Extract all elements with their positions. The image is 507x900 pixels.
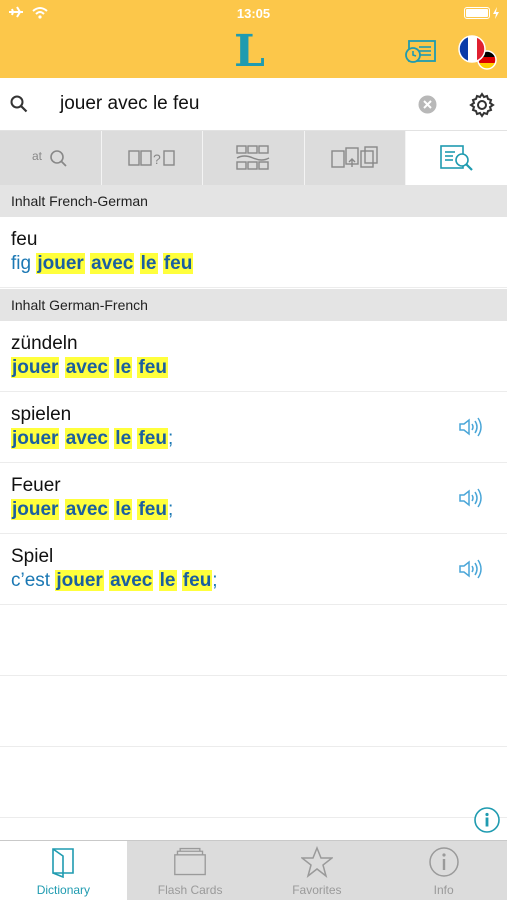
highlighted-term: jouer (36, 253, 85, 274)
entry-headword: Spiel (11, 546, 54, 567)
mode-tab-fulltext-search[interactable] (406, 131, 507, 185)
language-switch-button[interactable] (458, 35, 498, 71)
mode-tab-card-swap[interactable] (305, 131, 407, 185)
battery-indicator (464, 7, 499, 19)
search-bar: jouer avec le feu (0, 78, 507, 131)
speaker-icon[interactable] (458, 558, 484, 580)
french-german-flag-icon (458, 35, 497, 70)
battery-icon (464, 7, 490, 19)
highlighted-term: avec (109, 570, 154, 591)
settings-gear-icon[interactable] (469, 92, 495, 118)
translation-prefix: c’est (11, 570, 51, 591)
highlighted-term: le (139, 253, 158, 274)
empty-row (0, 676, 507, 747)
highlighted-term: le (114, 357, 133, 378)
tab-label: Favorites (292, 883, 342, 897)
entry-headword: Feuer (11, 475, 61, 496)
highlighted-term: jouer (11, 357, 60, 378)
highlighted-term: le (114, 428, 133, 449)
search-icon (10, 95, 28, 113)
book-icon (46, 845, 80, 879)
grid-puzzle-icon (236, 145, 270, 170)
charging-bolt-icon (493, 7, 499, 19)
mode-tab-alphabetical[interactable]: at (0, 131, 102, 185)
entry-translation: jouer avec le feu (11, 357, 168, 379)
result-entry[interactable]: feu fig jouer avec le feu (0, 217, 507, 288)
tab-favorites[interactable]: Favorites (254, 841, 381, 900)
status-bar: 13:05 (0, 0, 507, 26)
translation-suffix: ; (167, 428, 174, 449)
entry-translation: c’est jouer avec le feu; (11, 570, 218, 592)
result-entry[interactable]: spielen jouer avec le feu; (0, 392, 507, 463)
tab-label: Info (433, 883, 454, 897)
search-mode-bar: at ? (0, 131, 507, 185)
card-swap-icon (331, 146, 378, 168)
entry-translation: jouer avec le feu; (11, 428, 173, 450)
translation-suffix: ; (212, 570, 218, 591)
highlighted-term: jouer (11, 499, 60, 520)
result-entry[interactable]: Spiel c’est jouer avec le feu; (0, 534, 507, 605)
highlighted-term: avec (90, 253, 135, 274)
search-input[interactable]: jouer avec le feu (60, 93, 199, 115)
highlighted-term: avec (64, 499, 110, 520)
fulltext-search-icon (439, 145, 473, 171)
app-header: L (0, 26, 507, 78)
info-icon (427, 845, 461, 879)
entry-headword: zündeln (11, 333, 78, 354)
highlighted-term: feu (162, 253, 194, 274)
clear-search-icon[interactable] (418, 95, 437, 114)
tab-flash-cards[interactable]: Flash Cards (127, 841, 254, 900)
tab-dictionary[interactable]: Dictionary (0, 841, 127, 900)
result-entry[interactable]: zündeln jouer avec le feu (0, 321, 507, 392)
info-circle-icon[interactable] (474, 807, 500, 833)
highlighted-term: avec (64, 357, 110, 378)
tab-label: Flash Cards (157, 883, 223, 897)
highlighted-term: feu (137, 357, 168, 378)
translation-prefix: fig (11, 253, 32, 274)
svg-text:?: ? (153, 151, 161, 167)
highlighted-term: feu (181, 570, 213, 591)
entry-translation: fig jouer avec le feu (11, 253, 194, 275)
highlighted-term: le (158, 570, 177, 591)
mode-tab-word-guess[interactable]: ? (102, 131, 204, 185)
result-entry[interactable]: Feuer jouer avec le feu; (0, 463, 507, 534)
translation-suffix: ; (167, 499, 174, 520)
empty-row (0, 747, 507, 818)
speaker-icon[interactable] (458, 416, 484, 438)
section-header: Inhalt French-German (0, 185, 507, 217)
highlighted-term: feu (137, 499, 168, 520)
star-icon (300, 845, 334, 879)
highlighted-term: jouer (55, 570, 104, 591)
flash-cards-icon (173, 845, 207, 879)
highlighted-term: feu (137, 428, 168, 449)
history-icon (405, 40, 436, 63)
status-time: 13:05 (236, 6, 271, 21)
empty-row (0, 605, 507, 676)
entry-headword: feu (11, 229, 38, 250)
alphabet-search-icon: at (32, 149, 67, 167)
section-header: Inhalt German-French (0, 289, 507, 321)
bottom-tab-bar: Dictionary Flash Cards Favorites Info (0, 840, 507, 900)
svg-text:at: at (32, 149, 43, 163)
word-guess-icon: ? (128, 150, 175, 167)
mode-tab-word-puzzle[interactable] (203, 131, 305, 185)
tab-info[interactable]: Info (380, 841, 507, 900)
highlighted-term: le (114, 499, 133, 520)
history-button[interactable] (404, 38, 438, 66)
speaker-icon[interactable] (458, 487, 484, 509)
highlighted-term: avec (64, 428, 110, 449)
entry-headword: spielen (11, 404, 72, 425)
entry-translation: jouer avec le feu; (11, 499, 173, 521)
highlighted-term: jouer (11, 428, 60, 449)
app-logo: L (234, 26, 265, 77)
tab-label: Dictionary (36, 883, 91, 897)
